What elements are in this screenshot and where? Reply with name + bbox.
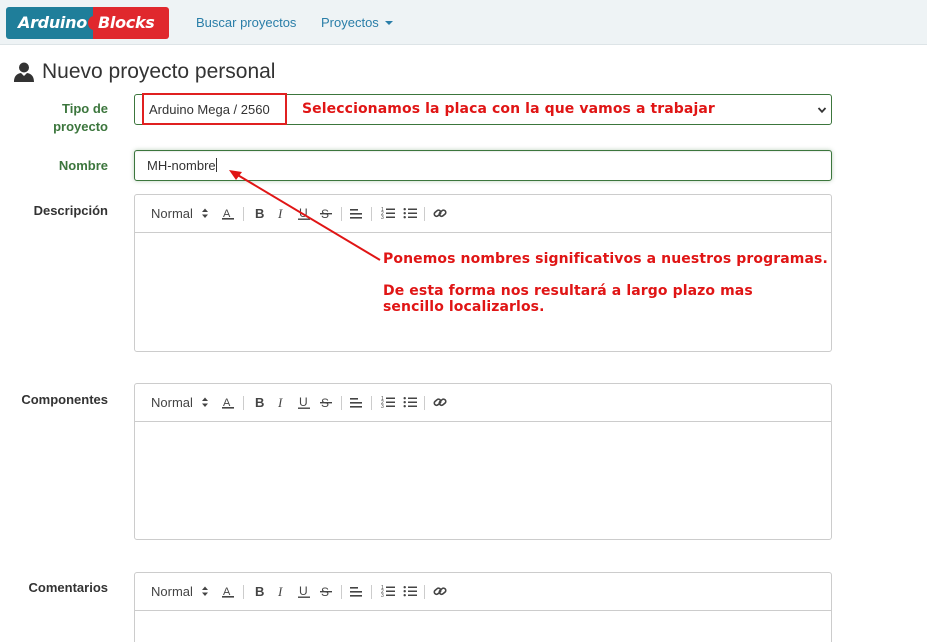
svg-text:I: I (277, 395, 283, 409)
svg-text:I: I (277, 584, 283, 598)
arduinoblocks-logo[interactable]: Arduino Blocks (6, 7, 169, 39)
toolbar-separator (341, 207, 342, 221)
components-editor[interactable]: Normal A B I U S 1 2 3 (134, 383, 832, 540)
bullet-list-icon[interactable] (403, 395, 417, 409)
bold-icon[interactable]: B (253, 584, 267, 598)
up-down-arrows-icon (202, 208, 208, 218)
toolbar-separator (424, 585, 425, 599)
toolbar-separator (243, 585, 244, 599)
nav-dropdown-proyectos[interactable]: Proyectos (321, 15, 393, 30)
name-label: Nombre (58, 158, 108, 173)
toolbar-separator (424, 207, 425, 221)
toolbar-separator (243, 396, 244, 410)
up-down-arrows-icon (202, 397, 208, 407)
underline-icon[interactable]: U (297, 395, 311, 409)
toolbar-separator (424, 396, 425, 410)
comments-editor[interactable]: Normal A B I U S 1 2 3 (134, 572, 832, 642)
navbar: Arduino Blocks Buscar proyectos Proyecto… (0, 0, 927, 45)
font-color-icon[interactable]: A (221, 395, 235, 409)
board-highlight-box (142, 93, 287, 125)
nav-link-buscar-proyectos[interactable]: Buscar proyectos (196, 15, 296, 30)
ordered-list-icon[interactable]: 123 (381, 395, 395, 409)
link-icon[interactable] (433, 206, 447, 220)
format-select[interactable]: Normal (151, 206, 193, 221)
bullet-list-icon[interactable] (403, 584, 417, 598)
italic-icon[interactable]: I (275, 395, 289, 409)
align-icon[interactable] (349, 206, 363, 220)
components-label: Componentes (21, 392, 108, 407)
name-annotation-line2: De esta forma nos resultará a largo plaz… (383, 283, 753, 315)
svg-text:I: I (277, 206, 283, 220)
toolbar-separator (371, 585, 372, 599)
logo-text-arduino: Arduino (18, 13, 87, 32)
underline-icon[interactable]: U (297, 206, 311, 220)
svg-text:3: 3 (381, 404, 384, 409)
chevron-down-icon (817, 107, 827, 114)
comments-label: Comentarios (28, 580, 108, 595)
svg-text:U: U (299, 206, 308, 220)
svg-text:B: B (255, 395, 264, 409)
strike-icon[interactable]: S (319, 584, 333, 598)
up-down-arrows-icon (202, 586, 208, 596)
toolbar-separator (243, 207, 244, 221)
format-select[interactable]: Normal (151, 395, 193, 410)
text-cursor (215, 158, 217, 172)
editor-toolbar: Normal A B I U S 1 2 3 (135, 195, 831, 233)
link-icon[interactable] (433, 584, 447, 598)
comments-editor-body[interactable] (135, 611, 831, 642)
user-icon (14, 62, 34, 82)
description-editor[interactable]: Normal A B I U S 1 2 3 (134, 194, 832, 352)
align-icon[interactable] (349, 584, 363, 598)
page-title-text: Nuevo proyecto personal (42, 60, 276, 83)
editor-toolbar: Normal A B I U S 1 2 3 (135, 573, 831, 611)
page-title: Nuevo proyecto personal (13, 60, 275, 84)
bullet-list-icon[interactable] (403, 206, 417, 220)
bold-icon[interactable]: B (253, 395, 267, 409)
format-select[interactable]: Normal (151, 584, 193, 599)
svg-text:U: U (299, 584, 308, 598)
toolbar-separator (371, 207, 372, 221)
logo-text-blocks: Blocks (98, 13, 155, 32)
ordered-list-icon[interactable]: 123 (381, 206, 395, 220)
components-editor-body[interactable] (135, 422, 831, 539)
bold-icon[interactable]: B (253, 206, 267, 220)
svg-text:3: 3 (381, 215, 384, 220)
caret-down-icon (384, 21, 393, 25)
ordered-list-icon[interactable]: 123 (381, 584, 395, 598)
svg-text:3: 3 (381, 593, 384, 598)
italic-icon[interactable]: I (275, 206, 289, 220)
toolbar-separator (341, 396, 342, 410)
svg-text:U: U (299, 395, 308, 409)
strike-icon[interactable]: S (319, 395, 333, 409)
nav-dropdown-label: Proyectos (321, 15, 379, 30)
description-label: Descripción (33, 203, 108, 218)
board-annotation: Seleccionamos la placa con la que vamos … (302, 101, 715, 117)
italic-icon[interactable]: I (275, 584, 289, 598)
board-type-label: Tipo de proyecto (53, 101, 108, 134)
font-color-icon[interactable]: A (221, 584, 235, 598)
underline-icon[interactable]: U (297, 584, 311, 598)
svg-text:B: B (255, 206, 264, 220)
align-icon[interactable] (349, 395, 363, 409)
toolbar-separator (341, 585, 342, 599)
name-annotation-line1: Ponemos nombres significativos a nuestro… (383, 251, 828, 267)
svg-text:B: B (255, 584, 264, 598)
strike-icon[interactable]: S (319, 206, 333, 220)
link-icon[interactable] (433, 395, 447, 409)
font-color-icon[interactable]: A (221, 206, 235, 220)
editor-toolbar: Normal A B I U S 1 2 3 (135, 384, 831, 422)
name-input-value: MH-nombre (147, 158, 216, 173)
toolbar-separator (371, 396, 372, 410)
name-input[interactable]: MH-nombre (134, 150, 832, 181)
